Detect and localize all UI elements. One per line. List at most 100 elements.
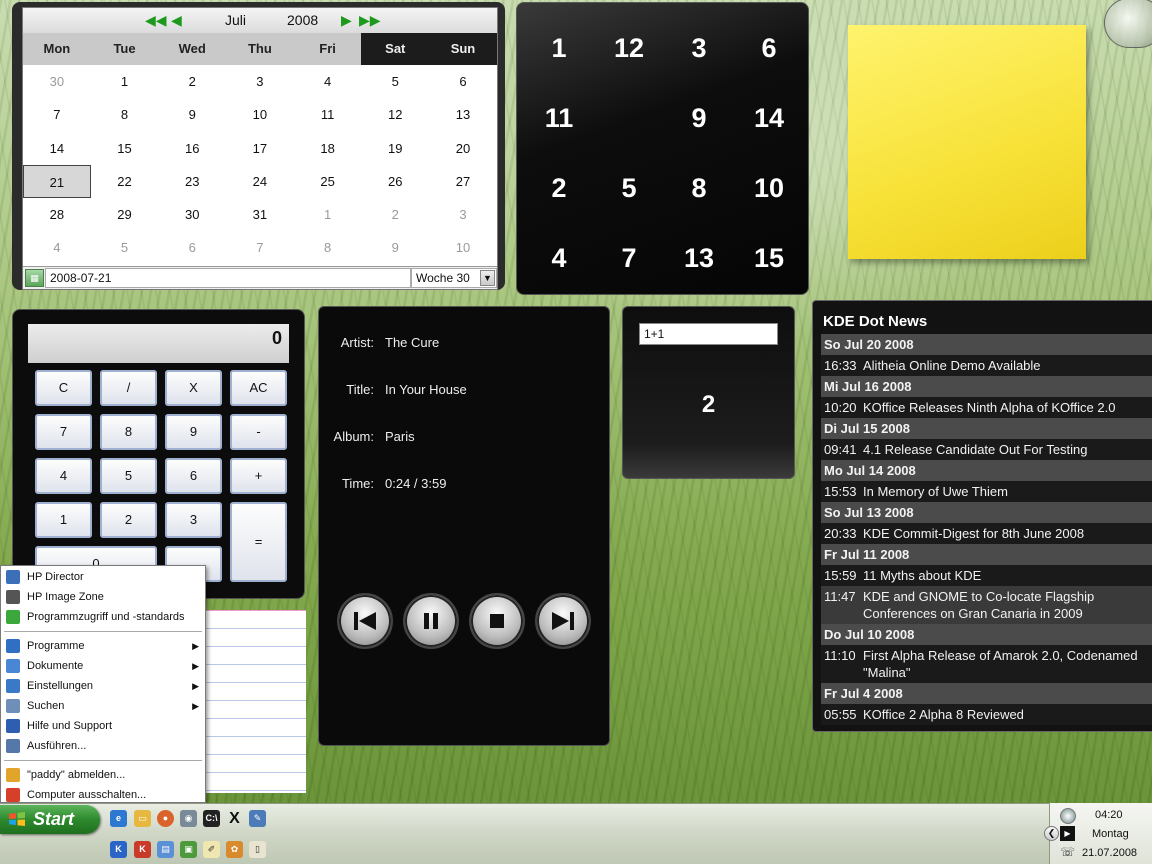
chevron-down-icon[interactable]: ▼	[480, 270, 495, 286]
calendar-day[interactable]: 12	[361, 98, 429, 131]
puzzle-empty-slot[interactable]	[594, 83, 664, 153]
start-menu-item[interactable]: Hilfe und Support	[2, 716, 204, 736]
news-item[interactable]: 09:41 4.1 Release Candidate Out For Testi…	[821, 439, 1152, 460]
next-year-icon[interactable]: ▶▶	[359, 12, 381, 28]
clock-time[interactable]: 04:20	[1095, 809, 1123, 821]
calendar-day[interactable]: 26	[361, 165, 429, 198]
calendar-day[interactable]: 29	[91, 198, 159, 231]
media-tray-icon[interactable]: ▶	[1060, 826, 1075, 841]
image-viewer-icon[interactable]: ▣	[180, 841, 197, 858]
calendar-day[interactable]: 8	[91, 98, 159, 131]
calendar-day[interactable]: 24	[226, 165, 294, 198]
start-menu-item[interactable]: "paddy" abmelden...	[2, 765, 204, 785]
calendar-day[interactable]: 14	[23, 132, 91, 165]
calendar-day[interactable]: 7	[23, 98, 91, 131]
calendar-day[interactable]: 8	[294, 231, 362, 264]
calendar-month[interactable]: Juli	[225, 12, 246, 28]
news-headline[interactable]: In Memory of Uwe Thiem	[863, 483, 1143, 500]
start-menu-item[interactable]: Ausführen...	[2, 736, 204, 756]
date-field[interactable]: 2008-07-21	[45, 268, 411, 288]
media-icon[interactable]: ◉	[180, 810, 197, 827]
calculator-button[interactable]: 3	[165, 502, 222, 538]
notes-icon[interactable]: ✐	[203, 841, 220, 858]
ie-icon[interactable]: e	[110, 810, 127, 827]
calculator-button[interactable]: 9	[165, 414, 222, 450]
prev-year-icon[interactable]: ◀◀	[145, 12, 167, 28]
koffice-icon[interactable]: K	[134, 841, 151, 858]
puzzle-tile[interactable]: 11	[524, 83, 594, 153]
calendar-day[interactable]: 21	[23, 164, 91, 199]
calendar-day[interactable]: 27	[429, 165, 497, 198]
puzzle-tile[interactable]: 15	[734, 223, 804, 293]
start-menu-item[interactable]: Computer ausschalten...	[2, 785, 204, 805]
clock-day[interactable]: Montag	[1092, 828, 1129, 840]
kde-icon[interactable]: K	[110, 841, 127, 858]
start-menu-item[interactable]: Programme ▶	[2, 636, 204, 656]
news-headline[interactable]: 11 Myths about KDE	[863, 567, 1143, 584]
calculator-button[interactable]: 7	[35, 414, 92, 450]
news-headline[interactable]: Alitheia Online Demo Available	[863, 357, 1143, 374]
start-menu-item[interactable]: HP Image Zone	[2, 587, 204, 607]
firefox-icon[interactable]: ●	[157, 810, 174, 827]
calendar-day[interactable]: 1	[294, 198, 362, 231]
expression-input[interactable]: 1+1	[639, 323, 778, 345]
calendar-day[interactable]: 4	[294, 65, 362, 98]
calculator-button[interactable]: X	[165, 370, 222, 406]
documents-icon[interactable]: ▯	[249, 841, 266, 858]
news-headline[interactable]: KDE and GNOME to Co-locate Flagship Conf…	[863, 588, 1143, 622]
prev-month-icon[interactable]: ◀	[171, 12, 182, 28]
news-item[interactable]: 15:59 11 Myths about KDE	[821, 565, 1152, 586]
week-select[interactable]: Woche 30 ▼	[411, 268, 497, 288]
calendar-day[interactable]: 6	[429, 65, 497, 98]
news-item[interactable]: 05:55 KOffice 2 Alpha 8 Reviewed	[821, 704, 1152, 725]
calendar-day[interactable]: 15	[91, 132, 159, 165]
calendar-day[interactable]: 10	[226, 98, 294, 131]
calendar-day[interactable]: 3	[429, 198, 497, 231]
calendar-day[interactable]: 18	[294, 132, 362, 165]
news-item[interactable]: 10:20 KOffice Releases Ninth Alpha of KOf…	[821, 397, 1152, 418]
start-menu-item[interactable]: Suchen ▶	[2, 696, 204, 716]
news-item[interactable]: 20:33 KDE Commit-Digest for 8th June 2008	[821, 523, 1152, 544]
calculator-button[interactable]: =	[230, 502, 287, 582]
puzzle-tile[interactable]: 10	[734, 153, 804, 223]
puzzle-tile[interactable]: 3	[664, 13, 734, 83]
news-headline[interactable]: KOffice 2 Alpha 8 Reviewed	[863, 706, 1143, 723]
calculator-button[interactable]: -	[230, 414, 287, 450]
calculator-button[interactable]: +	[230, 458, 287, 494]
calculator-button[interactable]: 6	[165, 458, 222, 494]
calendar-day[interactable]: 16	[158, 132, 226, 165]
calculator-button[interactable]: /	[100, 370, 157, 406]
calendar-day[interactable]: 30	[158, 198, 226, 231]
sticky-note[interactable]	[848, 25, 1086, 259]
calendar-day[interactable]: 4	[23, 231, 91, 264]
calendar-day[interactable]: 22	[91, 165, 159, 198]
puzzle-tile[interactable]: 6	[734, 13, 804, 83]
start-menu-item[interactable]: Einstellungen ▶	[2, 676, 204, 696]
news-headline[interactable]: KOffice Releases Ninth Alpha of KOffice …	[863, 399, 1143, 416]
calculator-button[interactable]: 1	[35, 502, 92, 538]
x-icon[interactable]: X	[226, 810, 243, 827]
calculator-button[interactable]: C	[35, 370, 92, 406]
calendar-day[interactable]: 9	[158, 98, 226, 131]
next-month-icon[interactable]: ▶	[341, 12, 352, 28]
calendar-day[interactable]: 5	[361, 65, 429, 98]
calendar-day[interactable]: 25	[294, 165, 362, 198]
calendar-day[interactable]: 23	[158, 165, 226, 198]
stop-button[interactable]	[469, 593, 525, 649]
puzzle-tile[interactable]: 14	[734, 83, 804, 153]
desktop-toolbox-icon[interactable]	[1104, 0, 1152, 48]
chevron-left-icon[interactable]: ❮	[1044, 826, 1059, 841]
puzzle-tile[interactable]: 2	[524, 153, 594, 223]
start-menu-item[interactable]: Dokumente ▶	[2, 656, 204, 676]
calendar-day[interactable]: 2	[361, 198, 429, 231]
calendar-day[interactable]: 7	[226, 231, 294, 264]
next-track-button[interactable]	[535, 593, 591, 649]
paint-icon[interactable]: ✿	[226, 841, 243, 858]
puzzle-tile[interactable]: 9	[664, 83, 734, 153]
calculator-button[interactable]: 8	[100, 414, 157, 450]
calendar-day[interactable]: 28	[23, 198, 91, 231]
puzzle-tile[interactable]: 12	[594, 13, 664, 83]
news-headline[interactable]: First Alpha Release of Amarok 2.0, Coden…	[863, 647, 1143, 681]
puzzle-tile[interactable]: 7	[594, 223, 664, 293]
puzzle-tile[interactable]: 1	[524, 13, 594, 83]
